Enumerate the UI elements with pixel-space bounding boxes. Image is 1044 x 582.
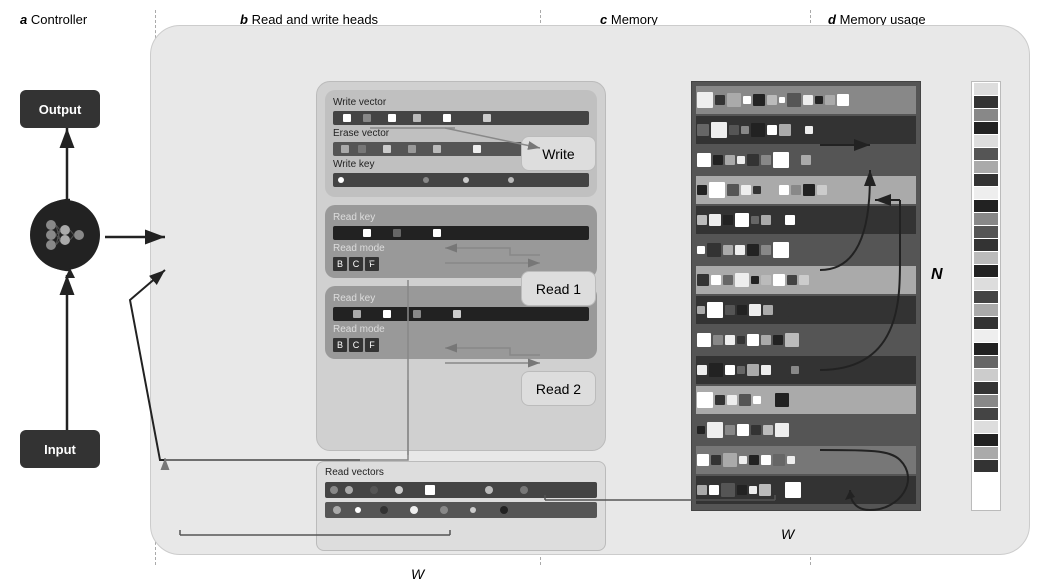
usage-row-2 bbox=[974, 96, 998, 108]
usage-row-12 bbox=[974, 226, 998, 238]
usage-panel bbox=[971, 81, 1001, 511]
usage-row-21 bbox=[974, 343, 998, 355]
usage-row-6 bbox=[974, 148, 998, 160]
read1-key-strip bbox=[333, 226, 589, 240]
mem-row-14 bbox=[696, 476, 916, 504]
read2-button: Read 2 bbox=[521, 371, 596, 406]
memory-panel bbox=[691, 81, 921, 511]
usage-row-16 bbox=[974, 278, 998, 290]
read2-bcf: B C F bbox=[333, 338, 589, 352]
usage-row-10 bbox=[974, 200, 998, 212]
usage-row-11 bbox=[974, 213, 998, 225]
mem-row-7 bbox=[696, 266, 916, 294]
usage-row-27 bbox=[974, 421, 998, 433]
read2-key-strip bbox=[333, 307, 589, 321]
write-vector-label: Write vector bbox=[333, 97, 589, 108]
w-label-rv: W bbox=[411, 566, 424, 582]
bcf-c2: C bbox=[349, 338, 363, 352]
write-button: Write bbox=[521, 136, 596, 171]
usage-row-13 bbox=[974, 239, 998, 251]
bcf-c1: C bbox=[349, 257, 363, 271]
rv-strip-1 bbox=[325, 482, 597, 498]
bcf-b2: B bbox=[333, 338, 347, 352]
usage-row-5 bbox=[974, 135, 998, 147]
mem-row-3 bbox=[696, 146, 916, 174]
read-vectors-panel: Read vectors bbox=[316, 461, 606, 551]
read2-mode-label: Read mode bbox=[333, 324, 589, 335]
mem-row-6 bbox=[696, 236, 916, 264]
self-loop-arrow bbox=[15, 190, 135, 290]
usage-row-24 bbox=[974, 382, 998, 394]
usage-row-23 bbox=[974, 369, 998, 381]
usage-row-28 bbox=[974, 434, 998, 446]
usage-row-3 bbox=[974, 109, 998, 121]
usage-row-1 bbox=[974, 83, 998, 95]
read-vectors-label: Read vectors bbox=[325, 467, 597, 478]
usage-row-30 bbox=[974, 460, 998, 472]
mem-row-5 bbox=[696, 206, 916, 234]
usage-row-7 bbox=[974, 161, 998, 173]
n-label: N bbox=[931, 266, 943, 284]
mem-row-12 bbox=[696, 416, 916, 444]
main-panel: Write vector Erase vector bbox=[150, 25, 1030, 555]
rv-strip-2 bbox=[325, 502, 597, 518]
bcf-f2: F bbox=[365, 338, 379, 352]
write-vector-strip bbox=[333, 111, 589, 125]
read1-button: Read 1 bbox=[521, 271, 596, 306]
mem-row-2 bbox=[696, 116, 916, 144]
usage-row-17 bbox=[974, 291, 998, 303]
w-label-mem: W bbox=[781, 526, 794, 542]
usage-row-20 bbox=[974, 330, 998, 342]
read1-section: Read key Read mode B C F bbox=[325, 205, 597, 278]
bcf-f1: F bbox=[365, 257, 379, 271]
mem-row-9 bbox=[696, 326, 916, 354]
read1-mode-label: Read mode bbox=[333, 243, 589, 254]
usage-row-22 bbox=[974, 356, 998, 368]
bcf-b1: B bbox=[333, 257, 347, 271]
mem-row-8 bbox=[696, 296, 916, 324]
read1-key-label: Read key bbox=[333, 212, 589, 223]
usage-row-15 bbox=[974, 265, 998, 277]
usage-row-9 bbox=[974, 187, 998, 199]
mem-row-4 bbox=[696, 176, 916, 204]
write-key-strip bbox=[333, 173, 589, 187]
input-box: Input bbox=[20, 430, 100, 468]
read1-bcf: B C F bbox=[333, 257, 589, 271]
usage-row-14 bbox=[974, 252, 998, 264]
mem-row-10 bbox=[696, 356, 916, 384]
section-a-label: a Controller bbox=[20, 12, 87, 27]
usage-row-19 bbox=[974, 317, 998, 329]
diagram-container: a Controller b Read and write heads c Me… bbox=[0, 0, 1044, 575]
mem-row-13 bbox=[696, 446, 916, 474]
mem-row-1 bbox=[696, 86, 916, 114]
usage-row-4 bbox=[974, 122, 998, 134]
usage-row-26 bbox=[974, 408, 998, 420]
usage-row-18 bbox=[974, 304, 998, 316]
usage-row-8 bbox=[974, 174, 998, 186]
output-box: Output bbox=[20, 90, 100, 128]
mem-row-11 bbox=[696, 386, 916, 414]
usage-row-29 bbox=[974, 447, 998, 459]
usage-row-25 bbox=[974, 395, 998, 407]
